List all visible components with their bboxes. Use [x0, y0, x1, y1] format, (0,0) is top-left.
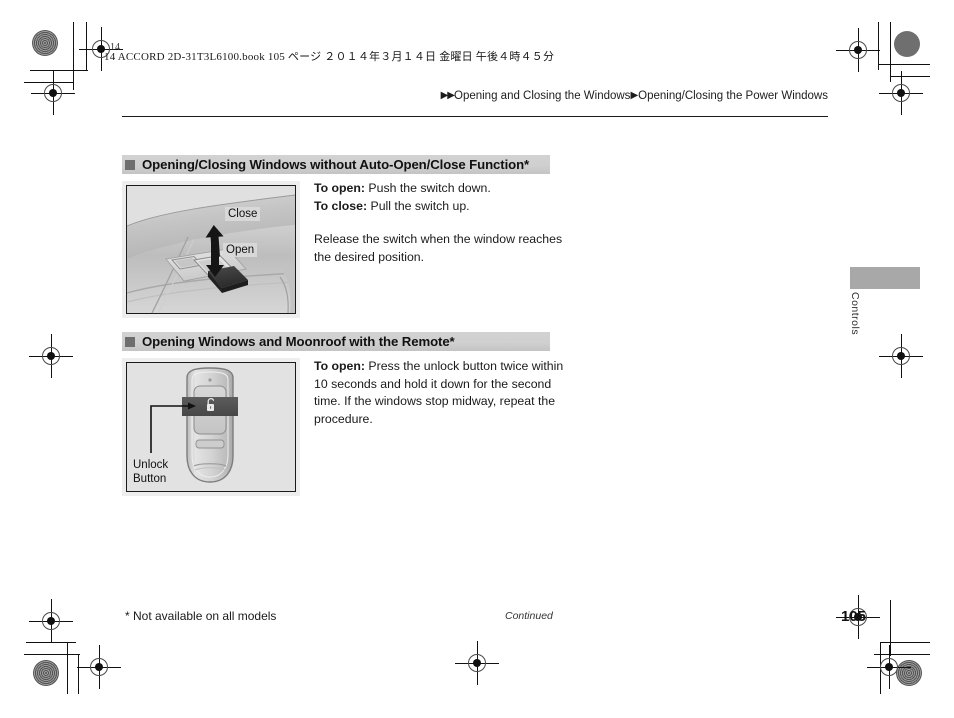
chapter-thumb-label: Controls [849, 292, 861, 336]
reg-blob-top-left [32, 30, 58, 56]
crop-line [890, 76, 930, 77]
crop-line [880, 642, 930, 643]
figure-label-close: Close [225, 207, 261, 221]
registration-mark [879, 71, 923, 115]
reg-blob-bottom-left [33, 660, 59, 686]
breadcrumb-item-1[interactable]: Opening/Closing the Power Windows [638, 90, 828, 102]
registration-mark [867, 645, 911, 689]
section-heading-label: Opening/Closing Windows without Auto-Ope… [142, 157, 530, 172]
to-open-text: Push the switch down. [365, 181, 491, 195]
figure-label-unlock: Unlock Button [133, 458, 168, 486]
to-close-text: Pull the switch up. [367, 198, 470, 213]
figure-svg [122, 181, 300, 318]
crop-line [73, 22, 74, 90]
crop-line [78, 654, 79, 694]
registration-mark [31, 71, 75, 115]
registration-mark [879, 334, 923, 378]
page-number: 105 [841, 608, 867, 625]
crop-line [30, 70, 88, 71]
to-open-line: To open: Press the unlock button twice w… [314, 358, 572, 428]
to-open-label: To open: [314, 359, 365, 373]
breadcrumb: ▶▶Opening and Closing the Windows▶Openin… [122, 90, 828, 107]
chapter-thumb-tab [850, 267, 920, 289]
section-heading-with-remote: Opening Windows and Moonroof with the Re… [122, 332, 550, 351]
figure-label-open: Open [223, 243, 258, 257]
breadcrumb-arrow-single: ▶ [630, 90, 639, 101]
bullet-square-icon [125, 159, 135, 170]
breadcrumb-item-0[interactable]: Opening and Closing the Windows [454, 90, 630, 102]
crop-line [86, 22, 87, 70]
crop-line [24, 654, 80, 655]
print-job-slug: 14 ACCORD 2D-31T3L6100.book 105 ページ ２０１４… [104, 51, 555, 63]
figure-label-unlock-line1: Unlock [133, 459, 169, 471]
registration-mark [455, 641, 499, 685]
crop-line [67, 642, 68, 694]
crop-line [878, 22, 879, 70]
registration-mark [836, 28, 880, 72]
crop-line [890, 600, 891, 656]
registration-mark [29, 599, 73, 643]
section-heading-label: Opening Windows and Moonroof with the Re… [142, 334, 455, 349]
registration-mark [77, 645, 121, 689]
crop-line [878, 64, 930, 65]
to-open-line: To open: Push the switch down. [314, 180, 572, 198]
footnote: * Not available on all models [125, 609, 277, 623]
header-rule [122, 116, 828, 117]
to-open-label: To open: [314, 181, 365, 195]
release-paragraph: Release the switch when the window reach… [314, 232, 563, 264]
registration-mark [29, 334, 73, 378]
power-window-switch-illustration: Close Open [122, 181, 300, 318]
to-close-line: To close: Pull the switch up. [314, 198, 572, 216]
figure-label-unlock-line2: Button [133, 473, 167, 485]
section-heading-without-auto: Opening/Closing Windows without Auto-Ope… [122, 155, 550, 174]
continued-label: Continued [505, 610, 553, 622]
section-body-with-remote: To open: Press the unlock button twice w… [314, 358, 572, 428]
reg-blob-top-right [894, 31, 920, 57]
breadcrumb-arrow-double: ▶▶ [440, 90, 455, 101]
to-close-label: To close: [314, 198, 368, 213]
remote-key-fob-illustration: Unlock Button [122, 358, 300, 496]
crop-line [890, 22, 891, 82]
section-body-without-auto: To open: Push the switch down. To close:… [314, 180, 572, 266]
bullet-square-icon [125, 336, 135, 347]
